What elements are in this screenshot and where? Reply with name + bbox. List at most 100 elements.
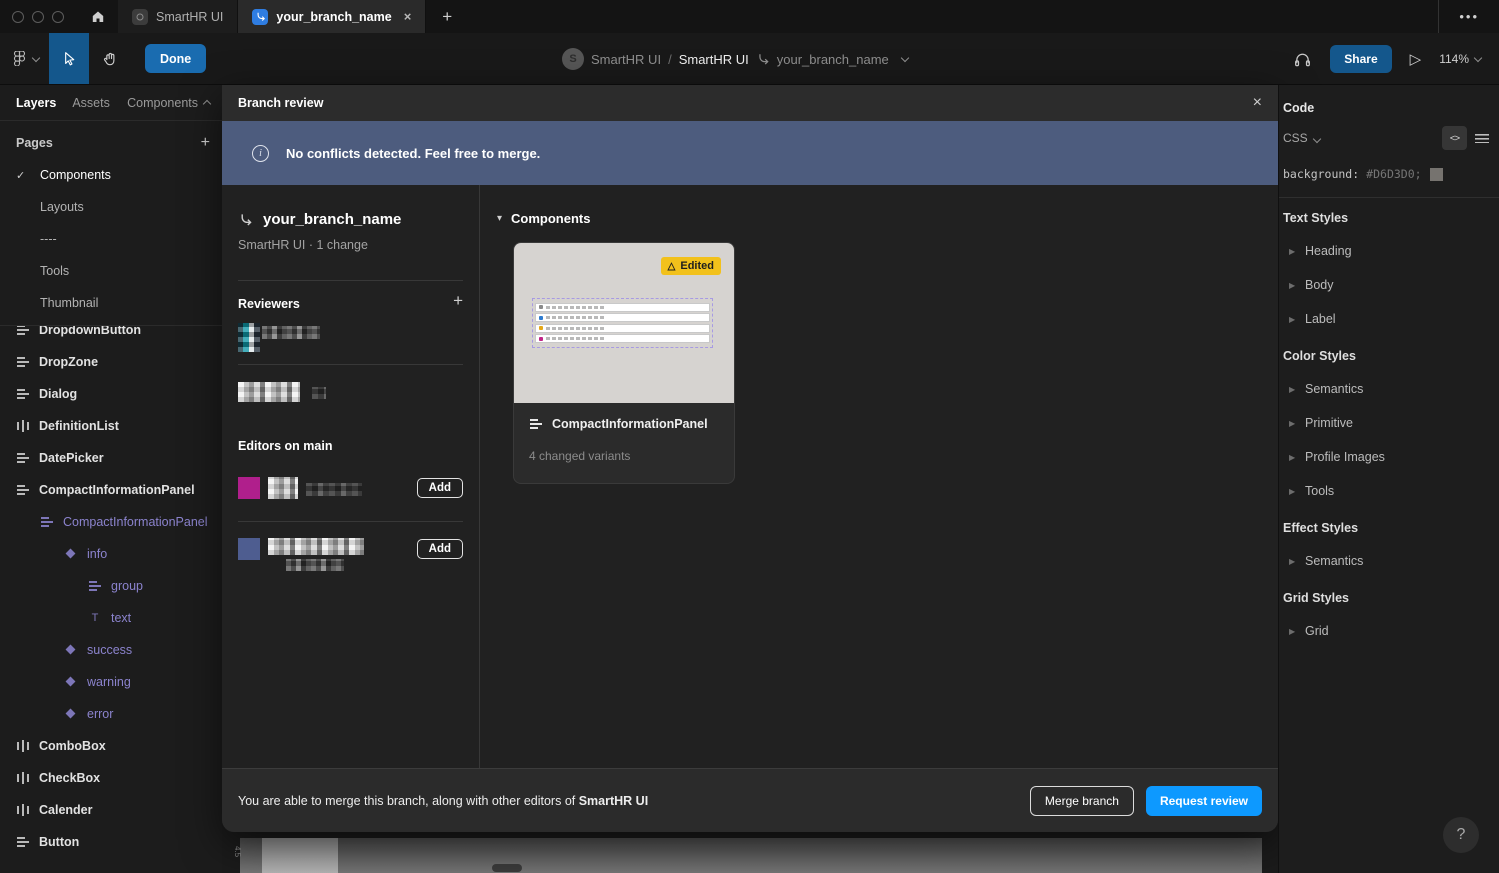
present-play-icon[interactable]: ▷ [1410,50,1422,68]
layer-datepicker[interactable]: DatePicker [0,442,222,474]
window-close-button[interactable] [12,11,24,23]
frame-columns-icon [16,772,30,784]
style-group-profile-images[interactable]: ▶Profile Images [1279,440,1499,474]
breadcrumb-branch[interactable]: your_branch_name [777,52,889,67]
tab-your-branch-name[interactable]: your_branch_name × [238,0,426,33]
chevron-down-icon[interactable] [901,54,909,62]
css-value: #D6D3D0; [1366,167,1421,181]
page-item-separator[interactable]: ---- [0,223,222,255]
main-menu-button[interactable] [0,51,49,66]
style-group-label: Semantics [1305,554,1363,568]
divider [1279,197,1499,198]
frame-icon [16,452,30,464]
layer-checkbox[interactable]: CheckBox [0,762,222,794]
page-label: Tools [40,264,69,278]
page-item-components[interactable]: ✓ Components [0,159,222,191]
chevron-down-icon [1312,135,1320,143]
canvas-frame[interactable]: 4.5 [240,838,1262,873]
editors-title: Editors on main [238,439,332,453]
share-button[interactable]: Share [1330,45,1391,73]
style-group-tools[interactable]: ▶Tools [1279,474,1499,508]
layer-dialog[interactable]: Dialog [0,378,222,410]
window-tab-bar: SmartHR UI your_branch_name × + ••• [0,0,1499,33]
variant-dot-icon [539,316,543,320]
style-group-label: Semantics [1305,382,1363,396]
layer-compactinformationpanel[interactable]: CompactInformationPanel [0,474,222,506]
layer-dropdownbutton[interactable]: DropdownButton [0,325,222,346]
layer-calender[interactable]: Calender [0,794,222,826]
add-editor-button[interactable]: Add [417,539,463,559]
layer-dropzone[interactable]: DropZone [0,346,222,378]
layer-definitionlist[interactable]: DefinitionList [0,410,222,442]
merge-branch-button[interactable]: Merge branch [1030,786,1134,816]
style-group-body[interactable]: ▶Body [1279,268,1499,302]
page-view-toggle[interactable]: Components [127,96,210,110]
help-button[interactable]: ? [1443,817,1479,853]
style-group-grid[interactable]: ▶Grid [1279,614,1499,648]
cursor-icon [61,50,78,67]
team-avatar: S [562,48,584,70]
hand-tool-button[interactable] [89,33,129,84]
add-editor-button[interactable]: Add [417,478,463,498]
layer-compactinformationpanel-component[interactable]: CompactInformationPanel [0,506,222,538]
new-tab-button[interactable]: + [426,0,468,33]
overflow-menu-button[interactable]: ••• [1438,0,1499,33]
request-review-button[interactable]: Request review [1146,786,1262,816]
style-group-primitive[interactable]: ▶Primitive [1279,406,1499,440]
code-view-toggle[interactable]: <> [1442,126,1467,150]
add-page-button[interactable]: + [201,134,210,152]
style-group-effect-semantics[interactable]: ▶Semantics [1279,544,1499,578]
add-reviewer-button[interactable]: + [453,291,463,311]
page-item-thumbnail[interactable]: Thumbnail [0,287,222,319]
disclosure-triangle-icon: ▾ [497,213,502,224]
window-zoom-button[interactable] [52,11,64,23]
page-item-layouts[interactable]: Layouts [0,191,222,223]
layer-label: error [87,707,113,721]
edited-badge: △ Edited [661,257,721,275]
tab-label: SmartHR UI [156,10,223,24]
layer-text[interactable]: T text [0,602,222,634]
breadcrumb-file[interactable]: SmartHR UI [679,52,749,67]
branch-icon [238,212,253,227]
layer-group[interactable]: group [0,570,222,602]
merge-permission-message: You are able to merge this branch, along… [238,794,648,808]
home-button[interactable] [78,0,118,33]
zoom-level-control[interactable]: 114% [1439,52,1481,66]
page-item-tools[interactable]: Tools [0,255,222,287]
layer-combobox[interactable]: ComboBox [0,730,222,762]
changed-component-card[interactable]: △ Edited CompactInformationPanel [513,242,735,484]
style-group-semantics[interactable]: ▶Semantics [1279,372,1499,406]
canvas-scrollbar-thumb[interactable] [492,864,522,872]
layer-label: Button [39,835,79,849]
css-code-line[interactable]: background: #D6D3D0; [1279,165,1499,183]
layer-label: CompactInformationPanel [63,515,208,529]
layer-success[interactable]: success [0,634,222,666]
layer-error[interactable]: error [0,698,222,730]
code-language-select[interactable]: CSS [1283,131,1320,145]
tab-assets[interactable]: Assets [72,96,110,110]
layer-label: DropdownButton [39,325,141,337]
breadcrumb-team[interactable]: SmartHR UI [591,52,661,67]
audio-headphones-icon[interactable] [1293,50,1312,69]
tab-close-icon[interactable]: × [404,9,412,24]
tab-smarthr-ui[interactable]: SmartHR UI [118,0,238,33]
tab-layers[interactable]: Layers [16,96,56,110]
layer-info[interactable]: info [0,538,222,570]
close-icon[interactable]: × [1253,94,1262,112]
table-view-toggle[interactable] [1475,133,1489,143]
components-section-header[interactable]: ▾ Components [497,211,590,226]
layer-button[interactable]: Button [0,826,222,858]
canvas[interactable]: 4.5 [222,832,1278,873]
redacted-editor-name [268,477,298,499]
style-group-label-group[interactable]: ▶Label [1279,302,1499,336]
merge-message-text: You are able to merge this branch, along… [238,794,579,808]
frame-icon [16,325,30,336]
done-button[interactable]: Done [145,44,206,73]
inspect-panel: Code CSS <> background: #D6D3D0; Text St… [1278,85,1499,873]
grid-styles-title: Grid Styles [1279,582,1499,614]
layer-label: success [87,643,132,657]
window-minimize-button[interactable] [32,11,44,23]
layer-warning[interactable]: warning [0,666,222,698]
style-group-heading[interactable]: ▶Heading [1279,234,1499,268]
move-tool-button[interactable] [49,33,89,84]
